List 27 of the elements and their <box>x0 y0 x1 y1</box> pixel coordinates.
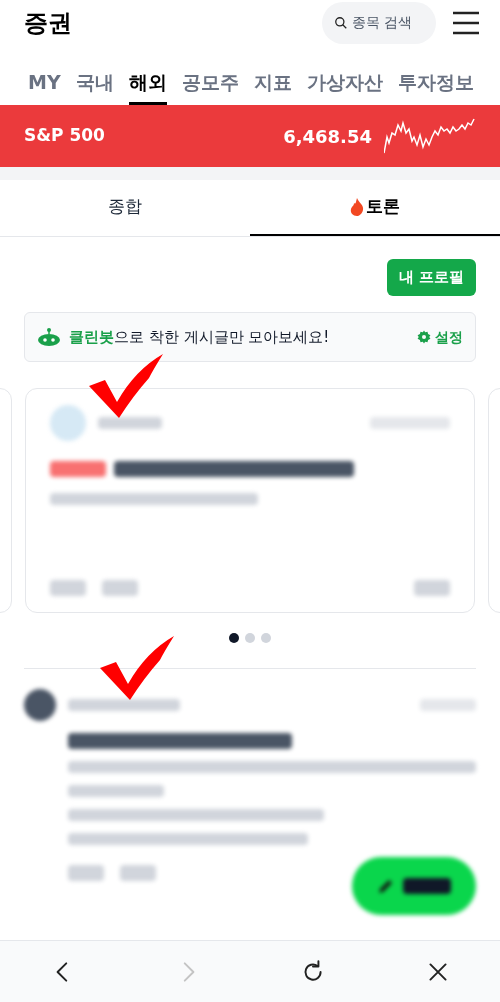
page-title: 증권 <box>24 7 72 39</box>
category-tab[interactable]: 가상자산 <box>306 67 383 105</box>
write-button[interactable] <box>352 857 476 915</box>
post-card[interactable] <box>25 388 475 613</box>
search-field[interactable]: 종목 검색 <box>322 1 436 44</box>
search-input[interactable]: 종목 검색 <box>352 12 424 33</box>
board-tab[interactable]: 토론 <box>250 180 500 236</box>
category-tab[interactable]: 투자정보 <box>397 67 474 105</box>
menu-icon[interactable] <box>452 10 480 35</box>
category-tab[interactable]: 국내 <box>75 67 114 105</box>
ticker-banner[interactable]: S&P 500 6,468.54 <box>0 105 500 167</box>
robot-icon <box>37 327 61 347</box>
category-tab[interactable]: MY <box>28 67 61 105</box>
avatar <box>50 405 86 441</box>
checkmark-icon <box>98 634 176 702</box>
profile-button[interactable]: 내 프로필 <box>386 259 476 296</box>
checkmark-icon <box>87 352 165 420</box>
category-tab[interactable]: 지표 <box>253 67 292 105</box>
board-tab[interactable]: 종합 <box>0 180 250 236</box>
ticker-value: 6,468.54 <box>283 124 372 149</box>
cleanbot-message: 클린봇으로 착한 게시글만 모아보세요! <box>69 326 330 348</box>
category-tab[interactable]: 공모주 <box>181 67 239 105</box>
ticker-name: S&P 500 <box>24 124 105 148</box>
gear-icon <box>417 330 431 344</box>
settings-link[interactable]: 설정 <box>417 326 463 348</box>
pencil-icon <box>377 877 395 895</box>
avatar <box>24 689 56 721</box>
